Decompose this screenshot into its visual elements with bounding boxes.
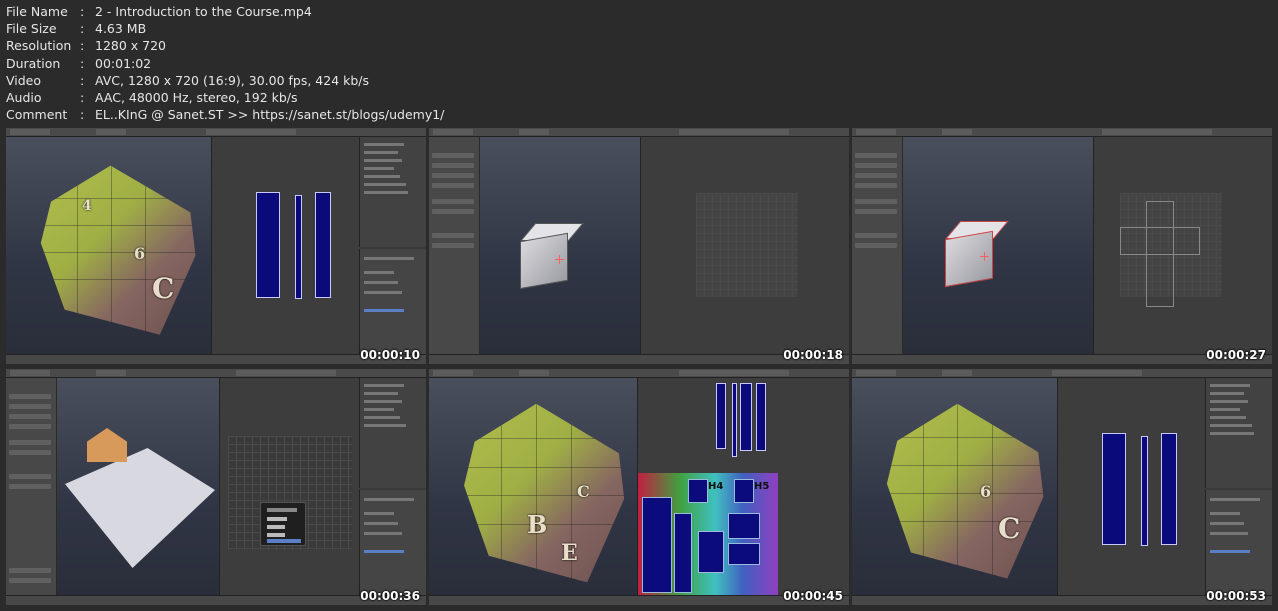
house-model: B E C bbox=[464, 403, 625, 583]
tool-shelf bbox=[6, 378, 57, 596]
blender-header bbox=[6, 128, 426, 137]
uv-island bbox=[1161, 433, 1177, 545]
blender-header bbox=[6, 369, 426, 378]
uv-grid bbox=[696, 193, 798, 297]
uv-island bbox=[1141, 436, 1148, 546]
3d-viewport bbox=[480, 137, 640, 355]
blender-header bbox=[852, 369, 1272, 378]
uv-editor bbox=[1093, 137, 1272, 355]
filename-value: 2 - Introduction to the Course.mp4 bbox=[95, 4, 312, 19]
outliner-panel bbox=[359, 137, 426, 247]
garden-house bbox=[87, 428, 127, 462]
audio-value: AAC, 48000 Hz, stereo, 192 kb/s bbox=[95, 90, 298, 106]
video-metadata: File Name : 2 - Introduction to the Cour… bbox=[6, 3, 444, 123]
3d-viewport: B E C bbox=[429, 378, 637, 596]
metadata-row-filesize: File Size : 4.63 MB bbox=[6, 21, 147, 37]
thumbnail-2[interactable]: 00:00:18 bbox=[429, 128, 849, 364]
thumbnail-4[interactable]: 00:00:36 bbox=[6, 369, 426, 605]
3d-viewport bbox=[903, 137, 1093, 355]
properties-panel bbox=[1205, 490, 1272, 596]
3d-cursor bbox=[555, 255, 564, 264]
timestamp: 00:00:10 bbox=[360, 348, 420, 362]
3d-viewport: C 6 bbox=[852, 378, 1057, 596]
uv-island bbox=[315, 192, 331, 298]
metadata-row-comment: Comment : EL..KInG @ Sanet.ST >> https:/… bbox=[6, 107, 445, 123]
metadata-row-duration: Duration : 00:01:02 bbox=[6, 55, 152, 71]
timestamp: 00:00:53 bbox=[1206, 589, 1266, 603]
properties-panel bbox=[359, 490, 426, 596]
3d-viewport bbox=[57, 378, 219, 596]
uv-island bbox=[256, 192, 280, 298]
garden-ground bbox=[65, 448, 215, 568]
uv-island bbox=[295, 195, 302, 299]
uv-editor bbox=[219, 378, 360, 596]
tool-shelf bbox=[852, 137, 903, 355]
timestamp: 00:00:36 bbox=[360, 589, 420, 603]
thumbnail-6[interactable]: C 6 00:00:53 bbox=[852, 369, 1272, 605]
comment-value: EL..KInG @ Sanet.ST >> https://sanet.st/… bbox=[95, 107, 445, 123]
house-model: 4 C 6 bbox=[40, 165, 196, 335]
outliner-panel bbox=[1205, 378, 1272, 488]
blender-header bbox=[429, 369, 849, 378]
timestamp: 00:00:18 bbox=[783, 348, 843, 362]
filesize-value: 4.63 MB bbox=[95, 21, 147, 37]
uv-editor: H4 H5 bbox=[637, 378, 849, 596]
duration-value: 00:01:02 bbox=[95, 55, 152, 71]
house-model: C 6 bbox=[886, 403, 1044, 579]
metadata-row-video: Video : AVC, 1280 x 720 (16:9), 30.00 fp… bbox=[6, 72, 370, 88]
uv-colored-map: H4 H5 bbox=[638, 473, 778, 596]
uv-editor bbox=[211, 137, 360, 355]
blender-header bbox=[852, 128, 1272, 137]
timestamp: 00:00:45 bbox=[783, 589, 843, 603]
thumbnail-3[interactable]: 00:00:27 bbox=[852, 128, 1272, 364]
metadata-row-audio: Audio : AAC, 48000 Hz, stereo, 192 kb/s bbox=[6, 90, 298, 106]
3d-cursor bbox=[980, 252, 989, 261]
3d-viewport: 4 C 6 bbox=[6, 137, 211, 355]
timestamp: 00:00:27 bbox=[1206, 348, 1266, 362]
resolution-value: 1280 x 720 bbox=[95, 38, 167, 54]
blender-header bbox=[429, 128, 849, 137]
uv-select-mode-menu[interactable] bbox=[260, 502, 306, 546]
properties-panel bbox=[359, 249, 426, 355]
metadata-row-filename: File Name : 2 - Introduction to the Cour… bbox=[6, 4, 312, 19]
outliner-panel bbox=[359, 378, 426, 488]
metadata-row-resolution: Resolution : 1280 x 720 bbox=[6, 38, 167, 54]
uv-editor bbox=[640, 137, 849, 355]
thumbnail-1[interactable]: 4 C 6 00:00:10 bbox=[6, 128, 426, 364]
thumbnail-5[interactable]: B E C H4 H5 00:00:45 bbox=[429, 369, 849, 605]
video-value: AVC, 1280 x 720 (16:9), 30.00 fps, 424 k… bbox=[95, 72, 370, 88]
uv-island bbox=[1102, 433, 1126, 545]
tool-shelf bbox=[429, 137, 480, 355]
uv-editor bbox=[1057, 378, 1206, 596]
